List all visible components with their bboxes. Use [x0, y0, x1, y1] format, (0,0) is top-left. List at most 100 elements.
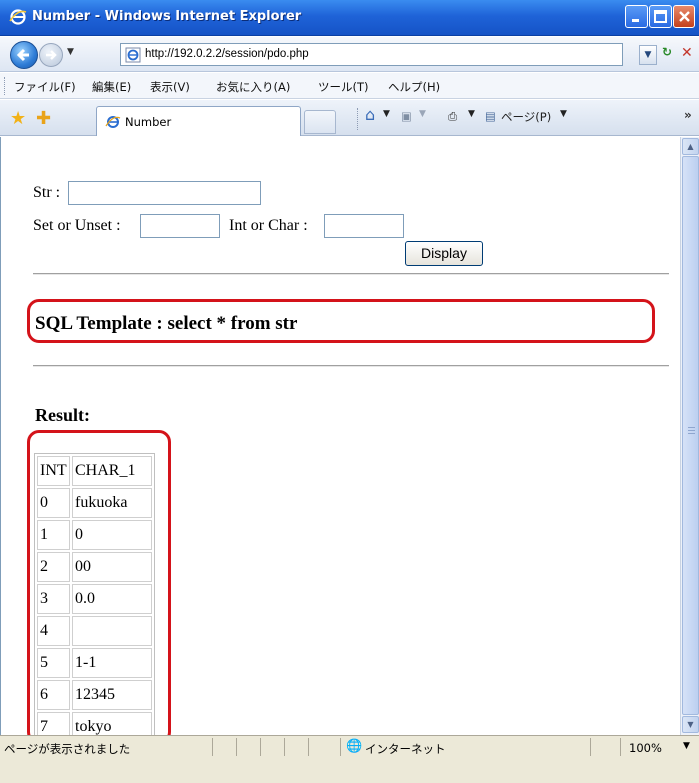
refresh-icon[interactable]: ↻ — [662, 45, 678, 65]
add-favorites-icon[interactable]: ✚ — [36, 108, 51, 129]
stop-icon[interactable]: ✕ — [681, 45, 697, 65]
ie-logo-icon — [9, 9, 27, 25]
display-button[interactable]: Display — [405, 241, 483, 266]
minimize-icon — [632, 19, 639, 22]
back-button[interactable] — [10, 41, 38, 69]
result-table: INT CHAR_1 0 fukuoka 1 0 2 00 3 0.0 4 5 … — [34, 453, 155, 745]
print-icon[interactable]: ⎙ — [448, 109, 457, 124]
header-char-1: CHAR_1 — [72, 456, 152, 486]
vertical-scrollbar[interactable]: ▲ ▼ — [680, 137, 699, 735]
table-header-row: INT CHAR_1 — [37, 456, 152, 486]
maximize-button[interactable] — [649, 5, 672, 28]
status-divider — [236, 738, 237, 756]
close-button[interactable] — [673, 5, 695, 28]
set-unset-input[interactable] — [140, 214, 220, 238]
address-field[interactable]: http://192.0.2.2/session/pdo.php — [120, 43, 623, 66]
menu-edit[interactable]: 編集(E) — [92, 79, 131, 95]
status-divider — [260, 738, 261, 756]
header-int: INT — [37, 456, 70, 486]
scroll-up-icon[interactable]: ▲ — [682, 138, 699, 155]
table-row: 3 0.0 — [37, 584, 152, 614]
address-url: http://192.0.2.2/session/pdo.php — [145, 48, 309, 60]
menu-help[interactable]: ヘルプ(H) — [388, 79, 440, 95]
cell-int: 4 — [37, 616, 70, 646]
divider-top — [33, 273, 669, 275]
zoom-dropdown-icon[interactable]: ▼ — [683, 741, 690, 751]
forward-arrow-icon — [46, 50, 57, 60]
menu-tools[interactable]: ツール(T) — [318, 79, 369, 95]
home-dropdown-icon[interactable]: ▼ — [383, 109, 390, 119]
menu-favorites[interactable]: お気に入り(A) — [216, 79, 290, 95]
page-favicon-icon — [125, 47, 141, 63]
tab-number[interactable]: Number — [96, 106, 301, 136]
favorites-star-icon[interactable]: ★ — [10, 108, 26, 129]
menu-bar: ファイル(F) 編集(E) 表示(V) お気に入り(A) ツール(T) ヘルプ(… — [0, 73, 699, 99]
menu-view[interactable]: 表示(V) — [150, 79, 190, 95]
cell-int: 5 — [37, 648, 70, 678]
set-unset-label: Set or Unset : — [33, 217, 121, 234]
int-char-label: Int or Char : — [229, 217, 308, 234]
scroll-grip — [688, 427, 695, 435]
window-title: Number - Windows Internet Explorer — [32, 9, 302, 24]
new-tab-button[interactable] — [304, 110, 336, 134]
table-row: 0 fukuoka — [37, 488, 152, 518]
minimize-button[interactable] — [625, 5, 648, 28]
status-divider — [590, 738, 591, 756]
cell-int: 2 — [37, 552, 70, 582]
page-dropdown-icon[interactable]: ▼ — [560, 109, 567, 119]
cell-char-1: 1-1 — [72, 648, 152, 678]
page-menu-label[interactable]: ページ(P) — [501, 109, 551, 125]
page-icon[interactable]: ▤ — [485, 109, 496, 123]
cell-char-1: 00 — [72, 552, 152, 582]
sql-template-text: SQL Template : select * from str — [35, 313, 298, 334]
cell-char-1: 0 — [72, 520, 152, 550]
table-row: 6 12345 — [37, 680, 152, 710]
cell-char-1: fukuoka — [72, 488, 152, 518]
table-row: 1 0 — [37, 520, 152, 550]
status-divider — [340, 738, 341, 756]
close-icon — [679, 11, 690, 22]
maximize-icon — [654, 10, 667, 23]
home-icon[interactable]: ⌂ — [365, 105, 375, 124]
int-char-input[interactable] — [324, 214, 404, 238]
result-heading: Result: — [35, 405, 90, 425]
security-zone: インターネット — [365, 742, 446, 756]
page-content: Str : Set or Unset : Int or Char : Displ… — [0, 137, 680, 745]
address-dropdown-button[interactable]: ▼ — [639, 45, 657, 65]
cell-char-1 — [72, 616, 152, 646]
status-divider — [620, 738, 621, 756]
status-divider — [284, 738, 285, 756]
print-dropdown-icon[interactable]: ▼ — [468, 109, 475, 119]
table-row: 5 1-1 — [37, 648, 152, 678]
history-dropdown-icon[interactable]: ▼ — [67, 47, 74, 57]
scroll-down-icon[interactable]: ▼ — [682, 716, 699, 733]
cell-int: 6 — [37, 680, 70, 710]
status-divider — [212, 738, 213, 756]
menu-file[interactable]: ファイル(F) — [14, 79, 76, 95]
cell-char-1: 12345 — [72, 680, 152, 710]
scroll-thumb[interactable] — [682, 156, 699, 715]
cell-int: 0 — [37, 488, 70, 518]
status-bar: ページが表示されました 🌐 インターネット 100% ▼ — [0, 735, 699, 783]
feeds-dropdown-icon[interactable]: ▼ — [419, 109, 426, 119]
tab-command-bar: ★ ✚ Number ⌂ ▼ ▣ ▼ ⎙ ▼ ▤ ページ(P) ▼ » — [0, 100, 699, 136]
ie-page-icon — [105, 116, 121, 128]
toolbar-overflow-icon[interactable]: » — [684, 108, 692, 122]
internet-globe-icon: 🌐 — [346, 739, 363, 754]
cell-int: 3 — [37, 584, 70, 614]
forward-button[interactable] — [39, 43, 63, 67]
cell-int: 1 — [37, 520, 70, 550]
table-row: 4 — [37, 616, 152, 646]
title-bar: Number - Windows Internet Explorer — [0, 0, 699, 36]
zoom-level[interactable]: 100% — [629, 741, 662, 755]
feeds-icon[interactable]: ▣ — [401, 109, 412, 123]
back-arrow-icon — [16, 48, 29, 62]
str-input[interactable] — [68, 181, 261, 205]
command-separator — [357, 108, 358, 130]
table-row: 2 00 — [37, 552, 152, 582]
tab-label: Number — [125, 115, 172, 129]
menu-grip — [4, 77, 7, 95]
str-label: Str : — [33, 184, 61, 201]
address-toolbar: ▼ http://192.0.2.2/session/pdo.php ▼ ↻ ✕ — [0, 37, 699, 72]
status-divider — [308, 738, 309, 756]
